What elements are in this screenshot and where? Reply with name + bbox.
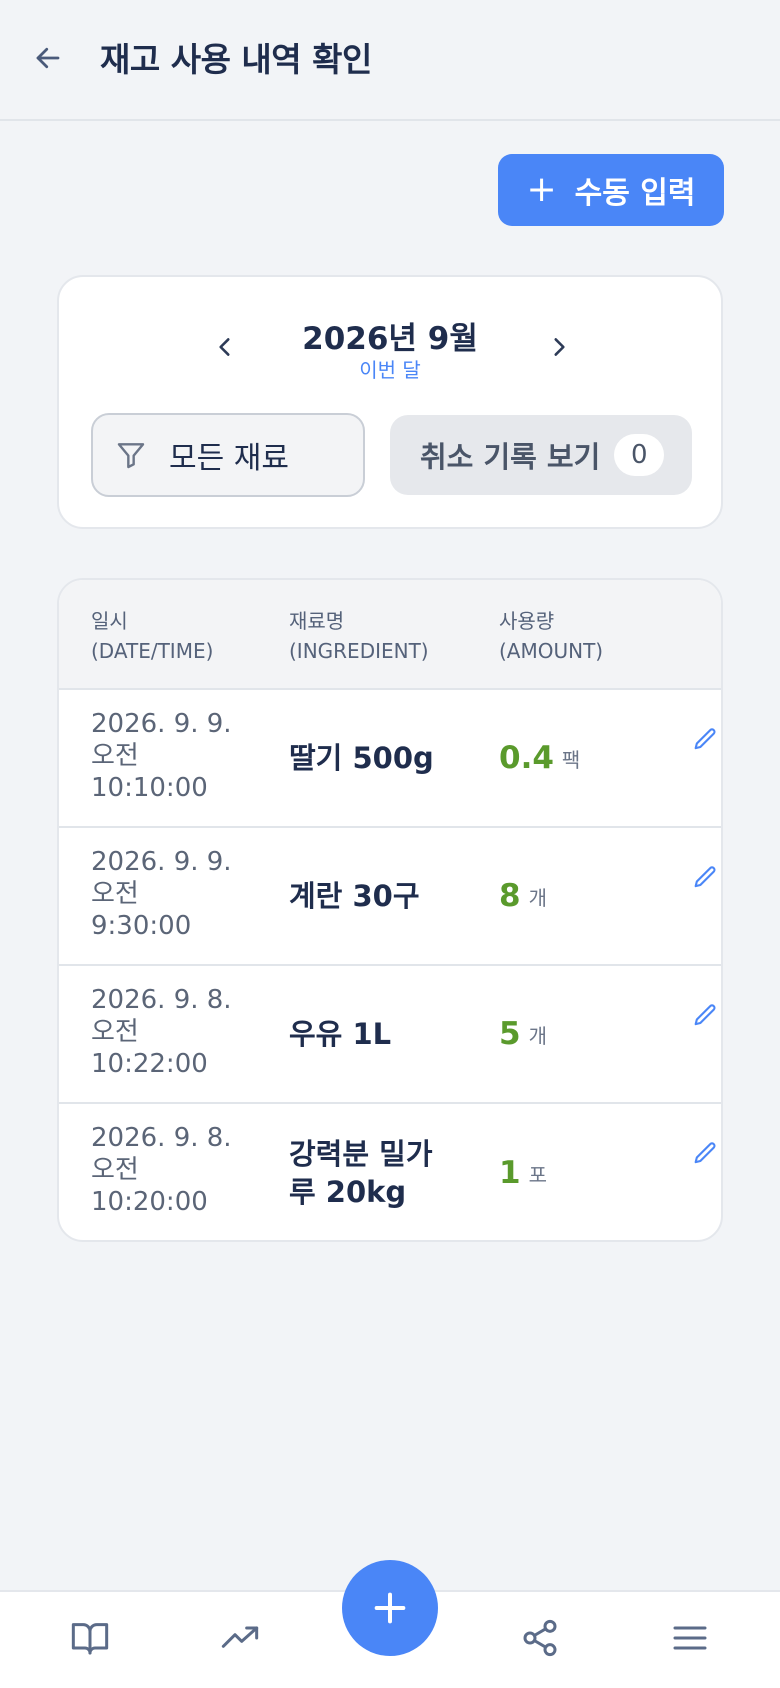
nav-item-book[interactable] bbox=[66, 1614, 114, 1662]
filter-icon bbox=[117, 443, 145, 469]
column-header-amount: 사용량 (AMOUNT) bbox=[499, 609, 604, 663]
add-fab-button[interactable] bbox=[342, 1560, 438, 1656]
amount-unit: 개 bbox=[528, 885, 547, 910]
row-amount: 1 포 bbox=[499, 1104, 547, 1240]
plus-icon: + bbox=[526, 169, 557, 210]
amount-value: 8 bbox=[499, 878, 521, 914]
pencil-icon bbox=[694, 728, 716, 750]
edit-button[interactable] bbox=[687, 722, 721, 758]
column-header-ingredient: 재료명 (INGREDIENT) bbox=[289, 609, 429, 663]
amount-unit: 포 bbox=[528, 1162, 547, 1187]
cancel-records-count-badge: 0 bbox=[614, 434, 665, 476]
row-datetime: 2026. 9. 9. 오전 9:30:00 bbox=[91, 847, 232, 941]
pencil-icon bbox=[694, 1004, 716, 1026]
amount-value: 0.4 bbox=[499, 740, 554, 776]
next-month-button[interactable] bbox=[539, 327, 579, 367]
arrow-left-icon bbox=[36, 47, 60, 69]
amount-value: 1 bbox=[499, 1155, 521, 1191]
row-amount: 8 개 bbox=[499, 828, 547, 964]
table-row: 2026. 9. 8. 오전 10:22:00 우유 1L 5 개 bbox=[59, 966, 721, 1104]
pencil-icon bbox=[694, 866, 716, 888]
row-amount: 0.4 팩 bbox=[499, 690, 580, 826]
edit-button[interactable] bbox=[687, 1136, 721, 1172]
row-ingredient: 계란 30구 bbox=[289, 879, 420, 913]
ingredient-filter-label: 모든 재료 bbox=[169, 441, 289, 476]
row-datetime: 2026. 9. 9. 오전 10:10:00 bbox=[91, 709, 232, 803]
row-ingredient: 딸기 500g bbox=[289, 741, 434, 775]
row-datetime: 2026. 9. 8. 오전 10:20:00 bbox=[91, 1123, 232, 1217]
edit-button[interactable] bbox=[687, 998, 721, 1034]
pencil-icon bbox=[694, 1142, 716, 1164]
table-row: 2026. 9. 9. 오전 10:10:00 딸기 500g 0.4 팩 bbox=[59, 690, 721, 828]
month-title: 2026년 9월 bbox=[302, 321, 478, 357]
plus-icon bbox=[374, 1592, 406, 1624]
amount-unit: 개 bbox=[528, 1023, 547, 1048]
row-ingredient: 강력분 밀가루 20kg bbox=[289, 1137, 433, 1209]
row-amount: 5 개 bbox=[499, 966, 547, 1102]
ingredient-filter-button[interactable]: 모든 재료 bbox=[91, 413, 365, 497]
chevron-right-icon bbox=[554, 338, 565, 356]
table-row: 2026. 9. 9. 오전 9:30:00 계란 30구 8 개 bbox=[59, 828, 721, 966]
month-subtitle: 이번 달 bbox=[359, 358, 421, 382]
manual-input-label: 수동 입력 bbox=[574, 176, 696, 211]
column-header-datetime: 일시 (DATE/TIME) bbox=[91, 609, 214, 663]
page-title: 재고 사용 내역 확인 bbox=[100, 40, 372, 79]
nav-item-share[interactable] bbox=[516, 1614, 564, 1662]
cancel-records-button[interactable]: 취소 기록 보기 0 bbox=[390, 415, 692, 495]
cancel-records-label: 취소 기록 보기 bbox=[420, 440, 601, 474]
usage-table: 일시 (DATE/TIME) 재료명 (INGREDIENT) 사용량 (AMO… bbox=[57, 578, 723, 1242]
manual-input-button[interactable]: + 수동 입력 bbox=[498, 154, 724, 226]
trending-up-icon bbox=[221, 1626, 259, 1648]
nav-item-trends[interactable] bbox=[216, 1614, 264, 1662]
row-ingredient: 우유 1L bbox=[289, 1017, 392, 1051]
back-button[interactable] bbox=[28, 38, 68, 78]
nav-item-menu[interactable] bbox=[666, 1614, 714, 1662]
share-icon bbox=[523, 1619, 557, 1657]
row-datetime: 2026. 9. 8. 오전 10:22:00 bbox=[91, 985, 232, 1079]
menu-icon bbox=[673, 1626, 707, 1650]
amount-value: 5 bbox=[499, 1016, 521, 1052]
book-icon bbox=[71, 1623, 109, 1655]
month-filter-card: 2026년 9월 이번 달 모든 재료 취소 기록 보기 0 bbox=[57, 275, 723, 529]
table-row: 2026. 9. 8. 오전 10:20:00 강력분 밀가루 20kg 1 포 bbox=[59, 1104, 721, 1240]
amount-unit: 팩 bbox=[561, 747, 581, 772]
table-header: 일시 (DATE/TIME) 재료명 (INGREDIENT) 사용량 (AMO… bbox=[59, 580, 721, 690]
edit-button[interactable] bbox=[687, 860, 721, 896]
app-header: 재고 사용 내역 확인 bbox=[0, 0, 780, 121]
